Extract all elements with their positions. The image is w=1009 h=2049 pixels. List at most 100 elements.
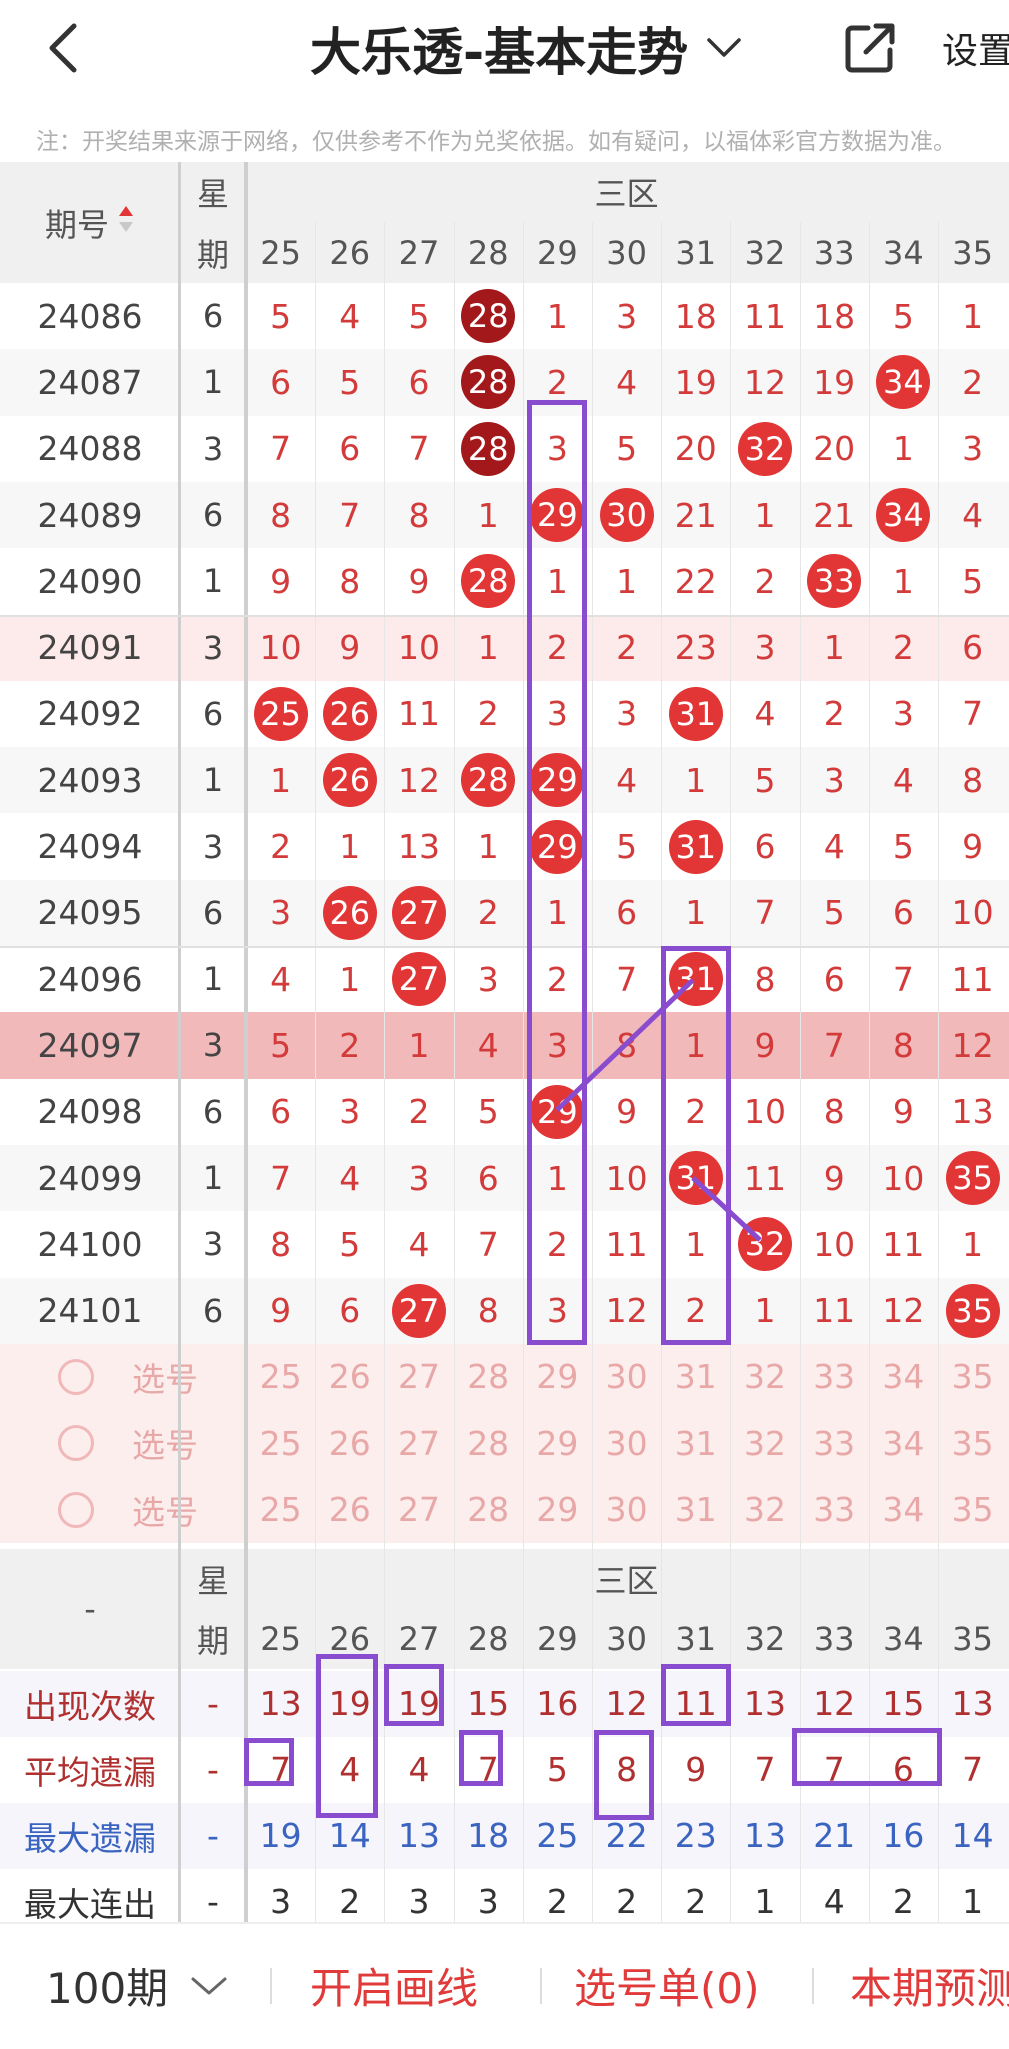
radio-circle-icon[interactable] — [58, 1425, 94, 1462]
miss-count: 8 — [408, 495, 430, 535]
pick-number[interactable]: 35 — [938, 1344, 1007, 1410]
radio-circle-icon[interactable] — [58, 1491, 94, 1528]
pick-number[interactable]: 35 — [938, 1476, 1007, 1542]
issue-number: 24094 — [37, 827, 143, 867]
column-header: 33 — [813, 1619, 855, 1658]
pick-number[interactable]: 26 — [315, 1410, 384, 1476]
app-root: 大乐透-基本走势 设置 注：开奖结果来源于网络，仅供参考不作为兑奖依据。如有疑问… — [0, 0, 1009, 2049]
number-ball: 27 — [392, 1283, 446, 1338]
pick-number[interactable]: 27 — [384, 1410, 453, 1476]
pick-number[interactable]: 34 — [869, 1344, 938, 1410]
miss-count: 7 — [754, 893, 776, 933]
chevron-down-icon — [191, 1977, 227, 1994]
pick-number[interactable]: 31 — [661, 1476, 730, 1542]
miss-count: 9 — [339, 628, 361, 668]
column-header: 35 — [952, 1619, 993, 1658]
draw-line-button[interactable]: 开启画线 — [310, 1922, 478, 2049]
miss-count: 4 — [339, 1158, 361, 1198]
miss-count: 2 — [892, 628, 914, 668]
column-header: 30 — [606, 1619, 647, 1658]
pick-number[interactable]: 28 — [454, 1476, 523, 1542]
pick-number[interactable]: 26 — [315, 1476, 384, 1542]
miss-count: 5 — [270, 296, 292, 336]
divider — [270, 1968, 272, 2004]
pick-number[interactable]: 30 — [592, 1344, 661, 1410]
pick-number[interactable]: 26 — [315, 1344, 384, 1410]
pick-number[interactable]: 30 — [592, 1476, 661, 1542]
pick-number[interactable]: 31 — [661, 1410, 730, 1476]
column-header: 28 — [467, 1619, 509, 1658]
pick-number[interactable]: 27 — [384, 1476, 453, 1542]
miss-count: 10 — [882, 1158, 925, 1198]
pick-number[interactable]: 25 — [246, 1344, 315, 1410]
pick-number[interactable]: 35 — [938, 1410, 1007, 1476]
miss-count: 7 — [477, 1224, 499, 1264]
pick-number[interactable]: 33 — [800, 1344, 869, 1410]
miss-count: 3 — [754, 628, 776, 668]
miss-count: 8 — [477, 1291, 499, 1331]
week-header-2: 期 — [196, 1621, 229, 1660]
miss-count: 4 — [477, 1025, 499, 1065]
stats-value: 7 — [962, 1750, 984, 1790]
miss-count: 7 — [892, 959, 914, 999]
weekday: 1 — [202, 960, 224, 999]
pick-number[interactable]: 31 — [661, 1344, 730, 1410]
weekday: 6 — [202, 893, 224, 932]
miss-count: 1 — [754, 495, 776, 535]
pick-number[interactable]: 32 — [730, 1410, 799, 1476]
pick-number[interactable]: 32 — [730, 1344, 799, 1410]
radio-circle-icon[interactable] — [58, 1358, 94, 1395]
pick-number[interactable]: 29 — [523, 1344, 592, 1410]
number-ball: 27 — [392, 885, 446, 940]
pick-number[interactable]: 34 — [869, 1410, 938, 1476]
miss-count: 9 — [408, 561, 430, 601]
issue-header-label: 期号 — [44, 205, 109, 244]
miss-count: 5 — [408, 296, 430, 336]
pick-number[interactable]: 28 — [454, 1410, 523, 1476]
week-header-1: 星 — [196, 1561, 229, 1600]
column-header: 35 — [952, 233, 993, 272]
miss-count: 8 — [270, 1224, 292, 1264]
period-selector[interactable]: 100期 — [46, 1922, 228, 2049]
miss-count: 4 — [892, 760, 914, 800]
stats-value: 15 — [467, 1684, 510, 1724]
week-header-2: 期 — [196, 235, 229, 274]
column-header: 34 — [883, 1619, 924, 1658]
pick-number[interactable]: 25 — [246, 1476, 315, 1542]
pick-number[interactable]: 29 — [523, 1476, 592, 1542]
miss-count: 4 — [616, 760, 638, 800]
miss-count: 1 — [339, 959, 361, 999]
predict-button[interactable]: 本期预测 — [850, 1922, 1009, 2049]
miss-count: 11 — [605, 1224, 648, 1264]
pick-number[interactable]: 27 — [384, 1344, 453, 1410]
stats-value: 12 — [813, 1684, 856, 1724]
miss-count: 9 — [962, 827, 984, 867]
issue-number: 24088 — [37, 429, 143, 469]
issue-header[interactable]: 期号 — [0, 162, 180, 283]
pick-number[interactable]: 33 — [800, 1410, 869, 1476]
miss-count: 1 — [962, 1224, 984, 1264]
annotation-box — [459, 1730, 503, 1786]
miss-count: 6 — [270, 1092, 292, 1132]
issue-number: 24096 — [37, 959, 143, 999]
pick-number[interactable]: 28 — [454, 1344, 523, 1410]
pick-number[interactable]: 30 — [592, 1410, 661, 1476]
zone-label: 三区 — [594, 175, 659, 213]
pick-number[interactable]: 32 — [730, 1476, 799, 1542]
miss-count: 9 — [616, 1092, 638, 1132]
miss-count: 7 — [962, 694, 984, 734]
stats-value: 15 — [882, 1684, 925, 1724]
stats-value: 19 — [259, 1816, 302, 1856]
pick-number[interactable]: 34 — [869, 1476, 938, 1542]
pick-number[interactable]: 33 — [800, 1476, 869, 1542]
pick-list-button[interactable]: 选号单(0) — [574, 1922, 760, 2049]
weekday: 3 — [202, 827, 224, 866]
pick-number[interactable]: 29 — [523, 1410, 592, 1476]
week-header-1: 星 — [196, 175, 229, 213]
pick-number[interactable]: 25 — [246, 1410, 315, 1476]
stats-value: 9 — [685, 1750, 707, 1790]
stats-corner: - — [84, 1589, 96, 1628]
miss-count: 9 — [892, 1092, 914, 1132]
miss-count: 1 — [616, 561, 638, 601]
number-ball: 32 — [738, 1217, 792, 1272]
